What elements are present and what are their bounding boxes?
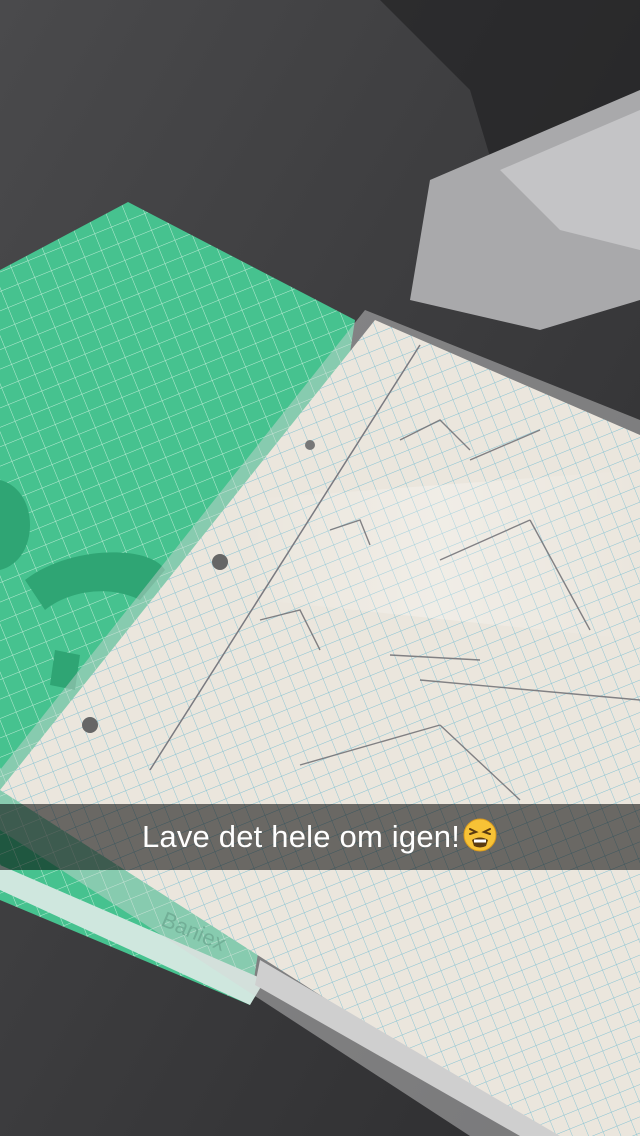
caption-bar: Lave det hele om igen! <box>0 804 640 870</box>
photo-background: Baniex <box>0 0 640 1136</box>
tired-face-emoji-icon <box>463 818 497 852</box>
caption-text: Lave det hele om igen! <box>141 819 461 854</box>
snap-photo: Baniex Lave det hele om igen! <box>0 0 640 1136</box>
